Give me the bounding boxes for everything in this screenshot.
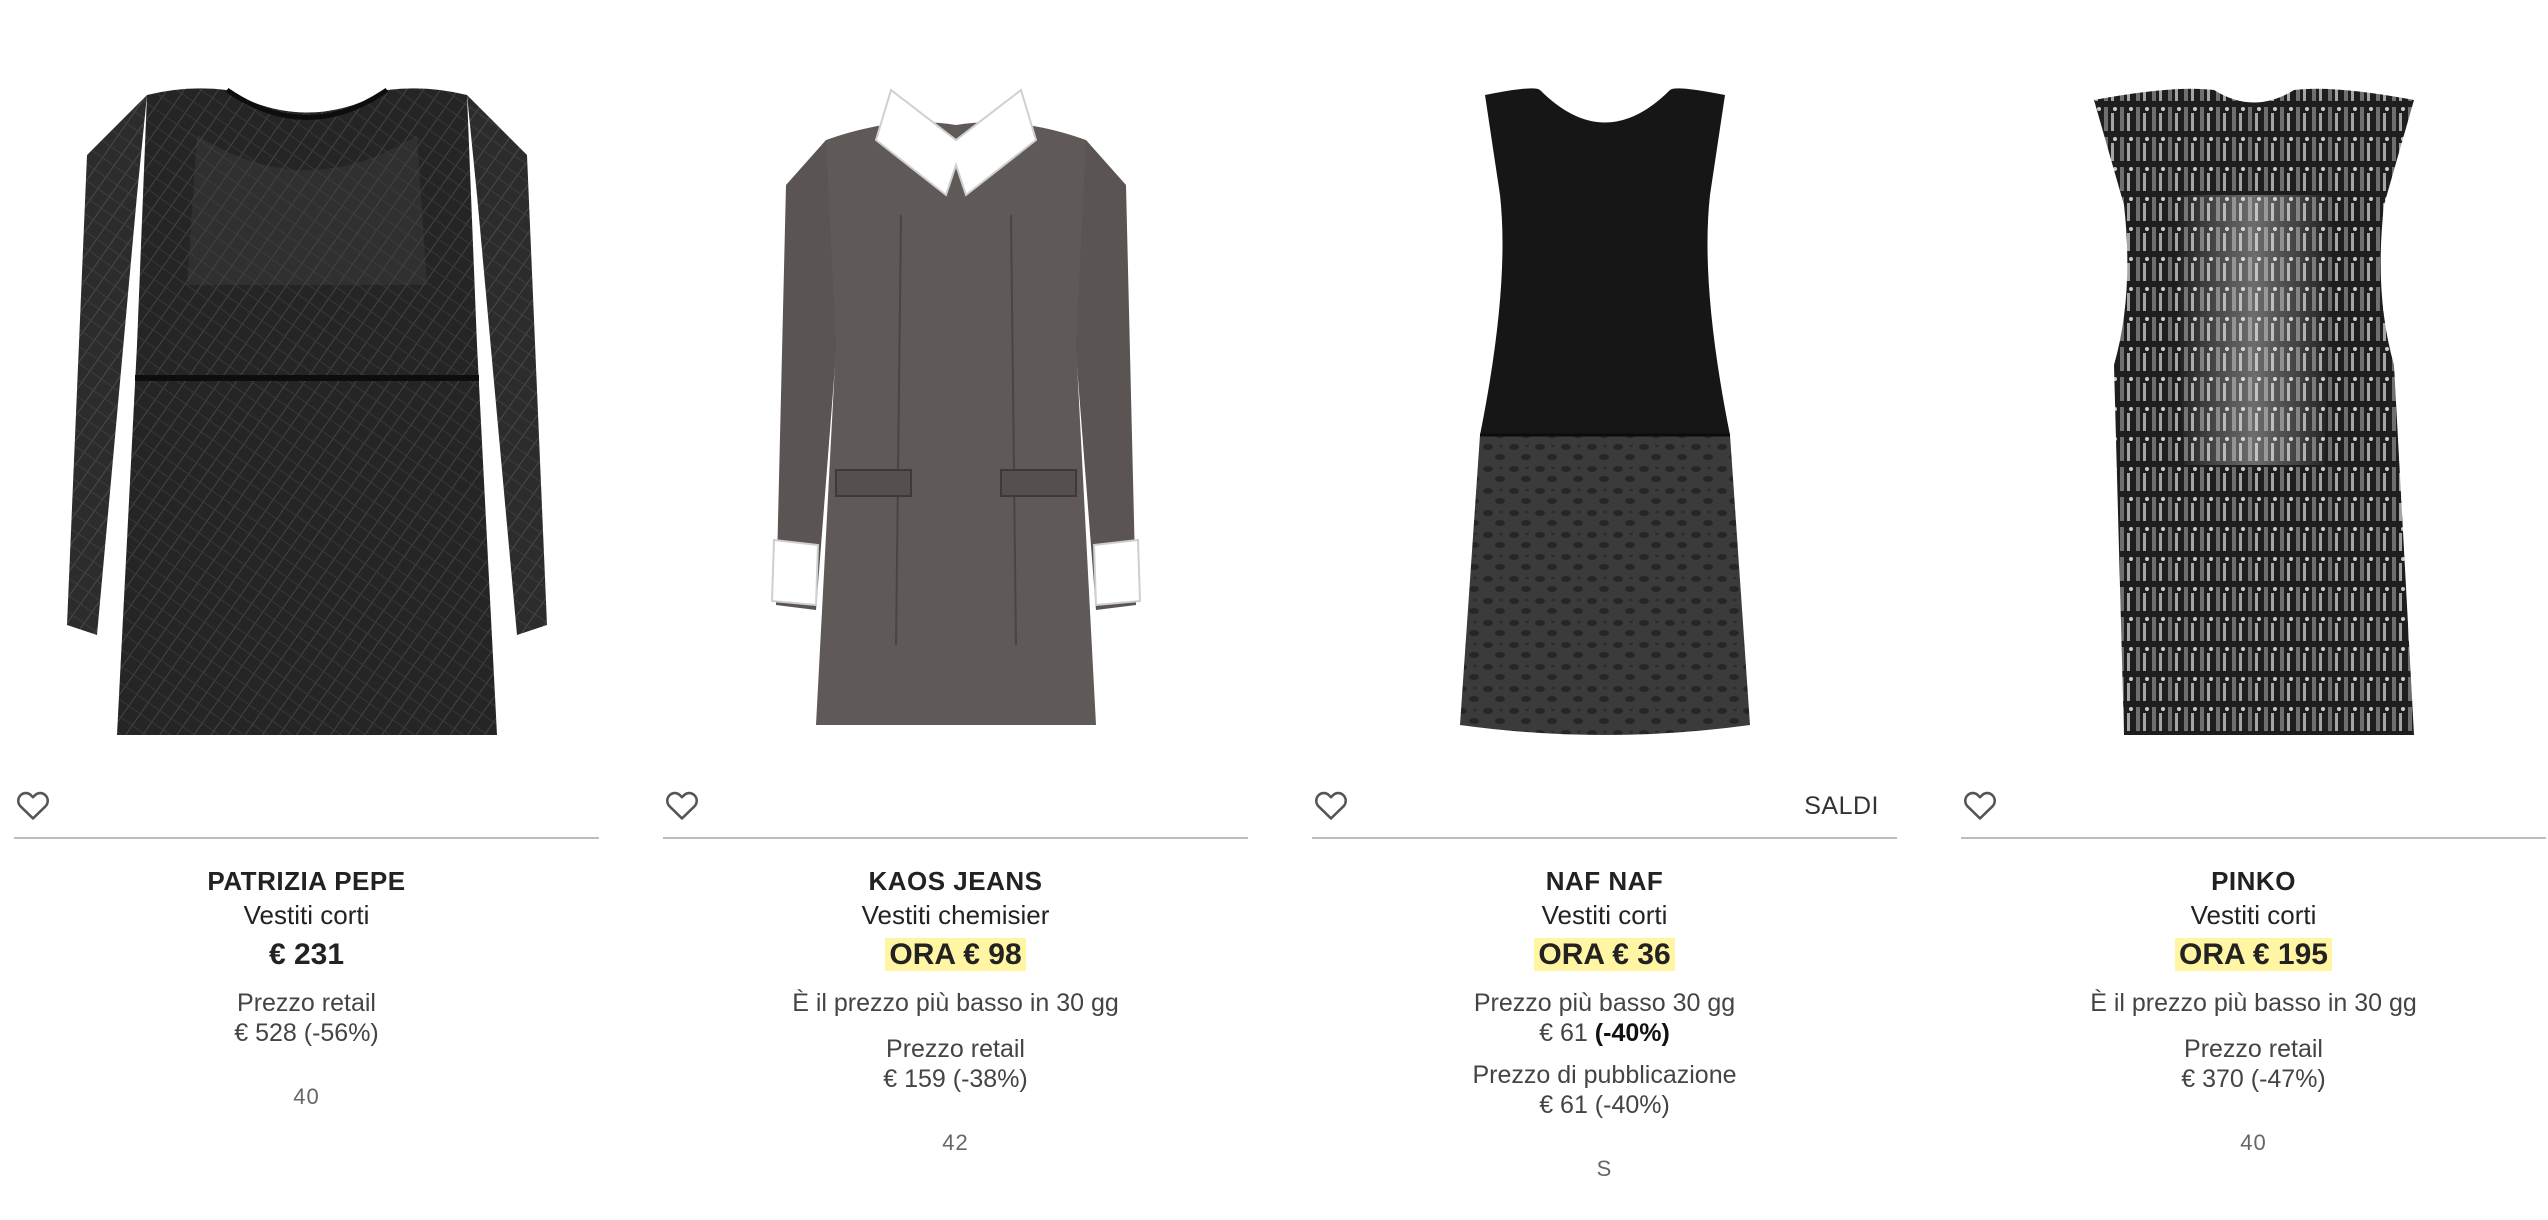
retail-value: € 159 (-38%) [883, 1065, 1028, 1093]
product-category[interactable]: Vestiti chemisier [663, 898, 1248, 932]
size: 40 [2240, 1130, 2267, 1155]
brand-name[interactable]: PINKO [1961, 864, 2546, 898]
lowest-price-value: € 61 [1539, 1019, 1588, 1047]
product-info: KAOS JEANS Vestiti chemisier ORA € 98 È … [663, 864, 1248, 1156]
divider [1961, 837, 2546, 839]
product-grid: PATRIZIA PEPE Vestiti corti € 231 Prezzo… [0, 0, 2548, 1220]
product-info: PATRIZIA PEPE Vestiti corti € 231 Prezzo… [14, 864, 599, 1110]
sequin-dress-image [2093, 88, 2414, 735]
shirt-dress-image [770, 88, 1141, 726]
brand-name[interactable]: KAOS JEANS [663, 864, 1248, 898]
product-card[interactable]: SALDI NAF NAF Vestiti corti ORA € 36 Pre… [1312, 0, 1897, 1220]
product-category[interactable]: Vestiti corti [14, 898, 599, 932]
lace-dress-image [66, 87, 547, 736]
product-card[interactable]: PINKO Vestiti corti ORA € 195 È il prezz… [1961, 0, 2546, 1220]
heart-icon[interactable] [663, 786, 701, 824]
retail-value: € 370 (-47%) [2181, 1065, 2326, 1093]
size: 42 [942, 1130, 969, 1155]
brand-name[interactable]: NAF NAF [1312, 864, 1897, 898]
retail-label: Prezzo retail [237, 989, 376, 1017]
size: 40 [293, 1084, 320, 1109]
divider [14, 837, 599, 839]
lowest-price-note: È il prezzo più basso in 30 gg [2090, 989, 2417, 1017]
sale-price: ORA € 36 [1534, 938, 1675, 971]
product-card[interactable]: KAOS JEANS Vestiti chemisier ORA € 98 È … [663, 0, 1248, 1220]
heart-icon[interactable] [14, 786, 52, 824]
product-info: NAF NAF Vestiti corti ORA € 36 Prezzo pi… [1312, 864, 1897, 1182]
sale-price: ORA € 98 [885, 938, 1026, 971]
product-image[interactable] [1961, 40, 2546, 750]
drop-waist-dress-image [1459, 88, 1750, 735]
product-category[interactable]: Vestiti corti [1961, 898, 2546, 932]
retail-label: Prezzo retail [2184, 1035, 2323, 1063]
divider [1312, 837, 1897, 839]
divider [663, 837, 1248, 839]
product-image[interactable] [1312, 40, 1897, 750]
sale-price: ORA € 195 [2175, 938, 2332, 971]
publication-price-value: € 61 (-40%) [1539, 1091, 1670, 1119]
lowest-price-label: Prezzo più basso 30 gg [1473, 989, 1736, 1017]
lowest-price-note: È il prezzo più basso in 30 gg [792, 989, 1119, 1017]
price: € 231 [268, 938, 345, 971]
product-image[interactable] [663, 40, 1248, 750]
heart-icon[interactable] [1961, 786, 1999, 824]
lowest-price-line: € 61 (-40%) [1312, 1018, 1897, 1048]
product-category[interactable]: Vestiti corti [1312, 898, 1897, 932]
size: S [1596, 1156, 1613, 1181]
product-image[interactable] [14, 40, 599, 750]
brand-name[interactable]: PATRIZIA PEPE [14, 864, 599, 898]
publication-price-label: Prezzo di pubblicazione [1472, 1061, 1737, 1089]
retail-label: Prezzo retail [886, 1035, 1025, 1063]
retail-value: € 528 (-56%) [234, 1019, 379, 1047]
heart-icon[interactable] [1312, 786, 1350, 824]
sale-badge: SALDI [1804, 792, 1879, 820]
product-info: PINKO Vestiti corti ORA € 195 È il prezz… [1961, 864, 2546, 1156]
lowest-price-discount: (-40%) [1594, 1019, 1670, 1047]
product-card[interactable]: PATRIZIA PEPE Vestiti corti € 231 Prezzo… [14, 0, 599, 1220]
